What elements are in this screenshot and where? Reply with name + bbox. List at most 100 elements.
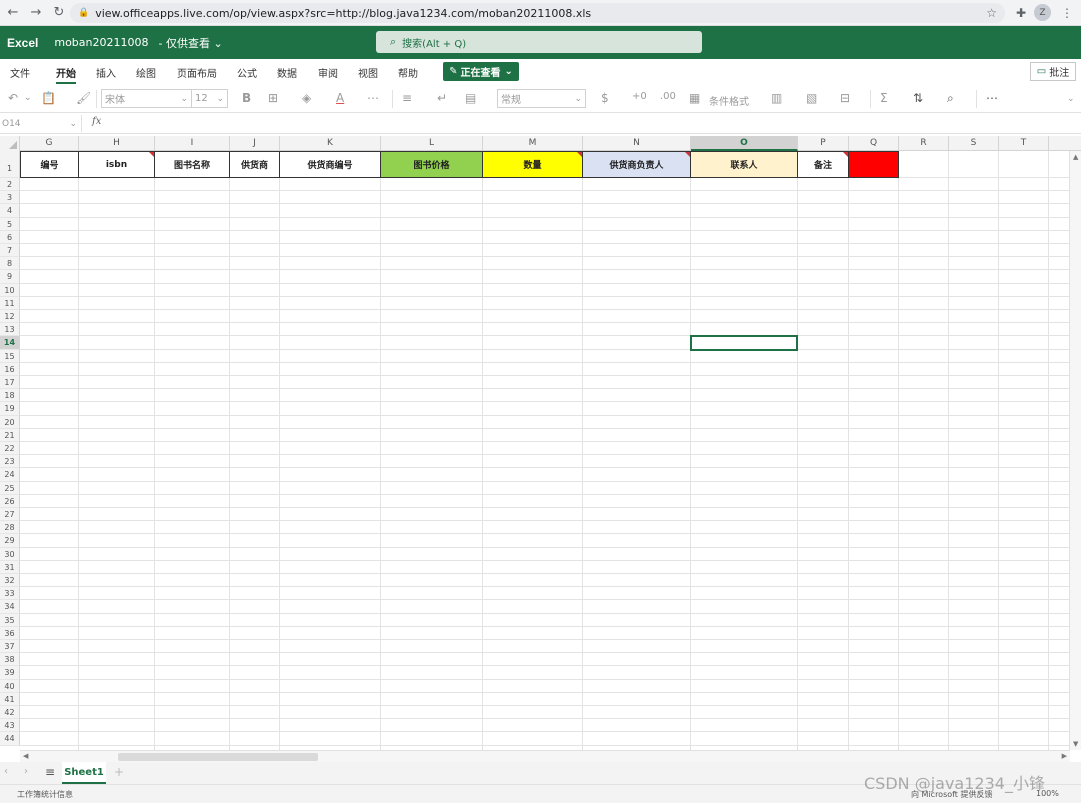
row-header-27[interactable]: 27	[0, 508, 20, 522]
autosum-icon[interactable]: Σ	[880, 91, 888, 105]
comment-indicator-icon[interactable]	[577, 152, 582, 157]
row-header-34[interactable]: 34	[0, 600, 20, 614]
next-sheet-icon[interactable]: ›	[24, 766, 28, 777]
horizontal-scroll-thumb[interactable]	[118, 753, 318, 761]
column-header-h[interactable]: H	[79, 136, 155, 151]
more-font-options-icon[interactable]: ⋯	[367, 91, 379, 105]
row-header-3[interactable]: 3	[0, 191, 20, 205]
row-header-2[interactable]: 2	[0, 178, 20, 192]
workbook-statistics[interactable]: 工作簿统计信息	[17, 789, 73, 800]
row-header-10[interactable]: 10	[0, 283, 20, 297]
row-header-41[interactable]: 41	[0, 692, 20, 706]
row-header-19[interactable]: 19	[0, 402, 20, 416]
row-header-42[interactable]: 42	[0, 706, 20, 720]
row-header-15[interactable]: 15	[0, 349, 20, 363]
row-header-7[interactable]: 7	[0, 244, 20, 258]
scroll-down-icon[interactable]: ▼	[1073, 740, 1078, 748]
row-header-28[interactable]: 28	[0, 521, 20, 535]
viewing-mode-button[interactable]: ✎ 正在查看 ⌄	[443, 62, 519, 81]
column-header-g[interactable]: G	[20, 136, 79, 151]
horizontal-scrollbar[interactable]: ◀ ▶	[20, 750, 1070, 762]
row-header-35[interactable]: 35	[0, 613, 20, 627]
row-header-17[interactable]: 17	[0, 376, 20, 390]
column-header-j[interactable]: J	[230, 136, 280, 151]
column-header-n[interactable]: N	[583, 136, 691, 151]
column-header-r[interactable]: R	[899, 136, 949, 151]
row-header-31[interactable]: 31	[0, 560, 20, 574]
expand-ribbon-icon[interactable]: ⌄	[1067, 94, 1075, 104]
sort-filter-icon[interactable]: ⇅	[913, 91, 923, 105]
bookmark-star-icon[interactable]: ☆	[986, 6, 997, 20]
scroll-left-icon[interactable]: ◀	[23, 752, 28, 760]
row-header-16[interactable]: 16	[0, 362, 20, 376]
more-options-icon[interactable]: ⋯	[986, 91, 998, 105]
row-header-6[interactable]: 6	[0, 230, 20, 244]
sheet-tab-sheet1[interactable]: Sheet1	[62, 762, 106, 784]
row-header-9[interactable]: 9	[0, 270, 20, 284]
undo-icon[interactable]: ↶	[8, 91, 18, 105]
header-cell-k[interactable]: 供货商编号	[280, 151, 381, 178]
address-bar[interactable]: 🔒 view.officeapps.live.com/op/view.aspx?…	[70, 3, 1005, 23]
row-header-8[interactable]: 8	[0, 257, 20, 271]
comments-button[interactable]: ▭ 批注	[1030, 62, 1076, 81]
row-header-40[interactable]: 40	[0, 679, 20, 693]
tab-review[interactable]: 审阅	[318, 65, 338, 80]
borders-icon[interactable]: ⊞	[268, 91, 278, 105]
tab-insert[interactable]: 插入	[96, 65, 116, 80]
tab-home[interactable]: 开始	[56, 65, 76, 84]
header-cell-l[interactable]: 图书价格	[381, 151, 483, 178]
header-cell-o[interactable]: 联系人	[691, 151, 798, 178]
row-header-13[interactable]: 13	[0, 323, 20, 337]
vertical-scrollbar[interactable]: ▲ ▼	[1069, 151, 1081, 750]
tab-file[interactable]: 文件	[10, 65, 30, 80]
paste-icon[interactable]: 📋	[41, 91, 56, 105]
browser-menu-icon[interactable]: ⋮	[1058, 4, 1076, 22]
currency-icon[interactable]: $	[601, 91, 609, 105]
row-header-18[interactable]: 18	[0, 389, 20, 403]
header-cell-q[interactable]	[849, 151, 899, 178]
row-header-33[interactable]: 33	[0, 587, 20, 601]
prev-sheet-icon[interactable]: ‹	[4, 766, 8, 777]
row-header-30[interactable]: 30	[0, 547, 20, 561]
row-header-11[interactable]: 11	[0, 296, 20, 310]
app-name[interactable]: Excel	[7, 36, 38, 50]
row-header-21[interactable]: 21	[0, 428, 20, 442]
row-header-39[interactable]: 39	[0, 666, 20, 680]
forward-icon[interactable]: →	[26, 3, 46, 23]
insert-cells-icon[interactable]: ⊟	[840, 91, 850, 105]
row-header-32[interactable]: 32	[0, 574, 20, 588]
comment-indicator-icon[interactable]	[843, 152, 848, 157]
find-icon[interactable]: ⌕	[947, 91, 954, 106]
tab-help[interactable]: 帮助	[398, 65, 418, 80]
back-icon[interactable]: ←	[3, 3, 23, 23]
row-header-26[interactable]: 26	[0, 494, 20, 508]
document-name[interactable]: moban20211008	[54, 36, 148, 49]
conditional-format-label[interactable]: 条件格式	[709, 93, 749, 108]
row-header-43[interactable]: 43	[0, 719, 20, 733]
header-cell-g[interactable]: 编号	[20, 151, 79, 178]
avatar[interactable]: Z	[1034, 4, 1051, 21]
tab-view[interactable]: 视图	[358, 65, 378, 80]
row-header-36[interactable]: 36	[0, 626, 20, 640]
spreadsheet-grid[interactable]: GHIJKLMNOPQRST ▲ ▼ 1 2 3 4 5 6 7 8 9 10 11 12 13 14 15…	[0, 136, 1081, 750]
comment-indicator-icon[interactable]	[149, 152, 154, 157]
row-header-25[interactable]: 25	[0, 481, 20, 495]
fill-color-icon[interactable]: ◈	[302, 91, 311, 105]
row-header-5[interactable]: 5	[0, 217, 20, 231]
extensions-icon[interactable]: ✚	[1012, 4, 1030, 22]
align-icon[interactable]: ≡	[402, 91, 412, 105]
scroll-up-icon[interactable]: ▲	[1073, 153, 1078, 161]
row-header-14[interactable]: 14	[0, 336, 20, 350]
row-header-22[interactable]: 22	[0, 442, 20, 456]
header-cell-p[interactable]: 备注	[798, 151, 849, 178]
header-cell-j[interactable]: 供货商	[230, 151, 280, 178]
header-cell-n[interactable]: 供货商负责人	[583, 151, 691, 178]
format-painter-icon[interactable]: 🖌	[76, 91, 91, 105]
format-as-table-icon[interactable]: ▥	[771, 91, 782, 105]
header-cell-m[interactable]: 数量	[483, 151, 583, 178]
row-header-20[interactable]: 20	[0, 415, 20, 429]
row-header-44[interactable]: 44	[0, 732, 20, 746]
header-cell-h[interactable]: isbn	[79, 151, 155, 178]
column-header-t[interactable]: T	[999, 136, 1049, 151]
column-header-k[interactable]: K	[280, 136, 381, 151]
